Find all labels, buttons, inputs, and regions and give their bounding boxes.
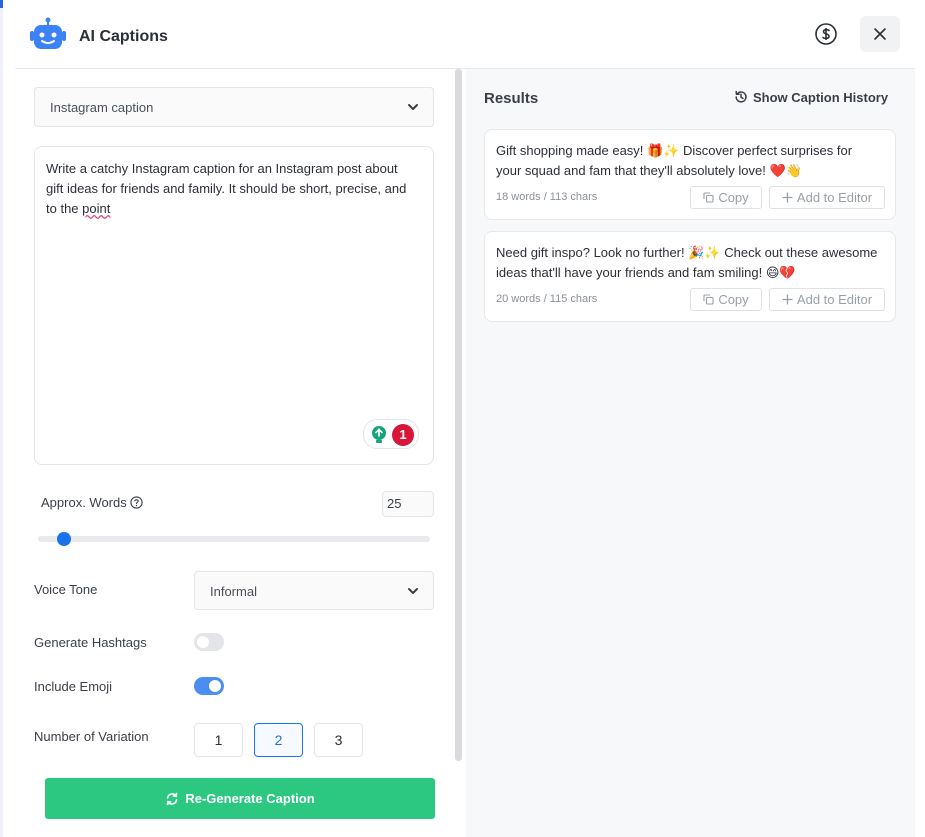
include-emoji-label: Include Emoji xyxy=(34,679,113,694)
copy-icon xyxy=(703,192,714,203)
prompt-text: Write a catchy Instagram caption for an … xyxy=(46,159,421,219)
result-caption-text: Need gift inspo? Look no further! 🎉✨ Che… xyxy=(496,243,886,283)
result-caption-line-2: your squad and fam that they'll absolute… xyxy=(496,163,802,178)
refresh-icon xyxy=(167,792,178,805)
voice-tone-select[interactable]: Informal xyxy=(194,571,434,610)
result-word-count: 18 words / 113 chars xyxy=(496,191,598,203)
plus-icon xyxy=(782,294,793,305)
variation-option-1[interactable]: 1 xyxy=(194,723,243,757)
prompt-spelling-word: point xyxy=(82,201,111,216)
copy-button[interactable]: Copy xyxy=(690,288,762,311)
show-caption-history-button[interactable]: Show Caption History xyxy=(734,90,888,105)
help-circle-icon[interactable] xyxy=(130,496,143,509)
generate-hashtags-label: Generate Hashtags xyxy=(34,635,147,650)
result-caption-line-1: Need gift inspo? Look no further! 🎉✨ Che… xyxy=(496,245,878,260)
voice-tone-label: Voice Tone xyxy=(34,582,98,597)
grammar-issue-count: 1 xyxy=(392,424,414,446)
left-edge xyxy=(0,0,3,837)
generate-hashtags-toggle[interactable] xyxy=(194,633,224,651)
modal-header: AI Captions xyxy=(15,0,915,69)
result-caption-text: Gift shopping made easy! 🎁✨ Discover per… xyxy=(496,141,886,181)
result-card: Need gift inspo? Look no further! 🎉✨ Che… xyxy=(484,231,896,322)
modal-title: AI Captions xyxy=(79,28,168,45)
result-card: Gift shopping made easy! 🎁✨ Discover per… xyxy=(484,129,896,220)
regenerate-caption-label: Re-Generate Caption xyxy=(185,791,315,806)
result-caption-line-2: ideas that'll have your friends and fam … xyxy=(496,265,796,280)
approx-words-input[interactable]: 25 xyxy=(382,491,434,517)
number-of-variation-label: Number of Variation xyxy=(34,729,149,744)
result-caption-line-1: Gift shopping made easy! 🎁✨ Discover per… xyxy=(496,143,853,158)
dollar-circle-icon[interactable] xyxy=(814,22,838,46)
add-to-editor-button[interactable]: Add to Editor xyxy=(769,186,885,209)
add-to-editor-button[interactable]: Add to Editor xyxy=(769,288,885,311)
show-caption-history-label: Show Caption History xyxy=(753,90,889,105)
lightbulb-icon xyxy=(372,426,386,443)
prompt-line-1: Write a catchy Instagram caption for an … xyxy=(46,161,398,176)
grammar-checker-widget[interactable]: 1 xyxy=(363,419,419,449)
voice-tone-value: Informal xyxy=(210,584,257,599)
variation-option-2[interactable]: 2 xyxy=(254,723,303,757)
add-to-editor-label: Add to Editor xyxy=(796,190,873,205)
toggle-knob xyxy=(197,636,209,648)
prompt-line-2: gift ideas for friends and family. It sh… xyxy=(46,181,407,196)
approx-words-label: Approx. Words xyxy=(41,495,127,510)
caption-type-value: Instagram caption xyxy=(50,100,154,115)
chevron-down-icon xyxy=(408,104,418,110)
add-to-editor-label: Add to Editor xyxy=(796,292,873,307)
regenerate-caption-button[interactable]: Re-Generate Caption xyxy=(45,778,435,819)
caption-type-select[interactable]: Instagram caption xyxy=(34,87,434,127)
settings-scrollbar[interactable] xyxy=(455,69,462,761)
approx-words-slider-track[interactable] xyxy=(38,536,430,542)
toggle-knob xyxy=(209,680,221,692)
left-edge-marker xyxy=(0,0,3,8)
include-emoji-toggle[interactable] xyxy=(194,677,224,695)
close-button[interactable] xyxy=(860,16,900,52)
copy-icon xyxy=(703,294,714,305)
copy-label: Copy xyxy=(718,292,749,307)
prompt-textarea[interactable]: Write a catchy Instagram caption for an … xyxy=(34,146,434,465)
close-icon xyxy=(874,28,886,40)
history-icon xyxy=(735,90,747,103)
prompt-line-3: to the xyxy=(46,201,79,216)
variation-option-3[interactable]: 3 xyxy=(314,723,363,757)
result-word-count: 20 words / 115 chars xyxy=(496,293,598,305)
copy-label: Copy xyxy=(718,190,749,205)
results-title: Results xyxy=(484,90,539,107)
copy-button[interactable]: Copy xyxy=(690,186,762,209)
plus-icon xyxy=(782,192,793,203)
chevron-down-icon xyxy=(408,588,418,594)
approx-words-slider-thumb[interactable] xyxy=(56,532,71,546)
robot-icon xyxy=(30,17,66,49)
